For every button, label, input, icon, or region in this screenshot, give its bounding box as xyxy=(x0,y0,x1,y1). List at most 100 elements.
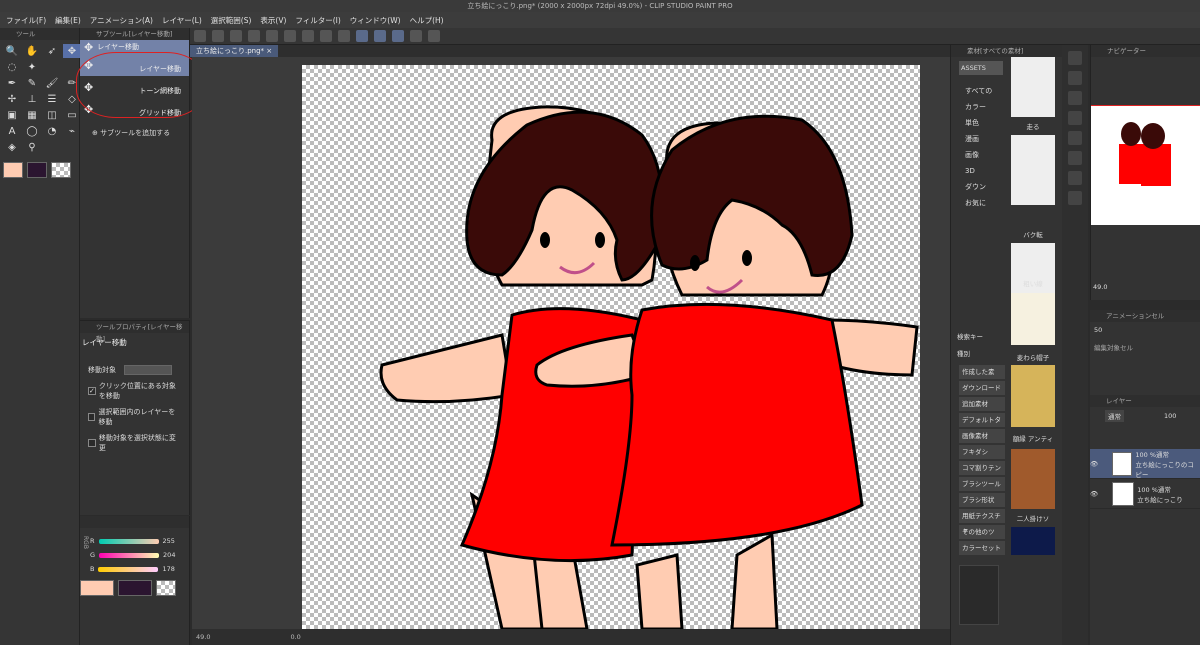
material-filter-button[interactable]: その他のツ xyxy=(959,525,1005,539)
materials-tree-item[interactable]: 漫画 xyxy=(951,131,1005,147)
stamp-icon[interactable]: ⊥ xyxy=(23,92,41,106)
g-slider[interactable] xyxy=(99,552,160,558)
menu-item[interactable]: 表示(V) xyxy=(260,15,286,26)
fill-bucket-icon[interactable]: ◈ xyxy=(3,140,21,154)
panel-icon[interactable] xyxy=(1068,91,1082,105)
gradient-icon[interactable]: ▣ xyxy=(3,108,21,122)
menu-item[interactable]: ヘルプ(H) xyxy=(410,15,444,26)
material-thumb-backflip[interactable] xyxy=(1011,135,1055,205)
panel-icon[interactable] xyxy=(1068,151,1082,165)
material-filter-button[interactable]: 作成した素 xyxy=(959,365,1005,379)
transparent-color-swatch[interactable] xyxy=(51,162,71,178)
undo-icon[interactable] xyxy=(248,30,260,42)
material-filter-button[interactable]: 画像素材 xyxy=(959,429,1005,443)
r-slider[interactable] xyxy=(98,538,159,544)
smooth-icon[interactable] xyxy=(374,30,386,42)
pencil-icon[interactable]: ✎ xyxy=(23,76,41,90)
main-color-swatch[interactable] xyxy=(3,162,23,178)
material-thumb-frame[interactable] xyxy=(1011,365,1055,427)
panel-icon[interactable] xyxy=(1068,191,1082,205)
angle-readout[interactable]: 0.0 xyxy=(290,633,300,641)
materials-tree-item[interactable]: 3D xyxy=(951,163,1005,179)
checkbox-checked[interactable]: ✓ xyxy=(88,387,96,395)
lasso-icon[interactable]: ◌ xyxy=(3,60,21,74)
material-filter-button[interactable]: コマ割りテン xyxy=(959,461,1005,475)
option-selection-layer[interactable]: 選択範囲内のレイヤーを移動 xyxy=(80,404,189,430)
navigator-preview[interactable] xyxy=(1091,105,1200,225)
settings-icon[interactable] xyxy=(428,30,440,42)
open-icon[interactable] xyxy=(212,30,224,42)
materials-tree-item[interactable]: 単色 xyxy=(951,115,1005,131)
hand-icon[interactable]: ✋ xyxy=(23,44,41,58)
wand-icon[interactable]: ✦ xyxy=(23,60,41,74)
animation-frame[interactable]: 50 xyxy=(1090,322,1200,338)
canvas-page[interactable] xyxy=(302,65,920,629)
opacity-value[interactable]: 100 xyxy=(1164,412,1176,420)
panel-icon[interactable] xyxy=(1068,171,1082,185)
balloon-tail-icon[interactable]: ◔ xyxy=(43,124,61,138)
menu-item[interactable]: 編集(E) xyxy=(55,15,81,26)
eye-icon[interactable]: 👁 xyxy=(1090,490,1098,498)
panel-icon[interactable] xyxy=(1068,71,1082,85)
main-color-swatch[interactable] xyxy=(80,580,114,596)
panel-icon[interactable] xyxy=(1068,111,1082,125)
navigator-zoom[interactable]: 49.0 xyxy=(1093,283,1107,291)
sub-color-swatch[interactable] xyxy=(118,580,152,596)
frame-icon[interactable]: ▦ xyxy=(23,108,41,122)
new-icon[interactable] xyxy=(194,30,206,42)
menu-item[interactable]: アニメーション(A) xyxy=(90,15,153,26)
redo-icon[interactable] xyxy=(266,30,278,42)
menu-item[interactable]: 選択範囲(S) xyxy=(211,15,252,26)
eyedropper-top-icon[interactable] xyxy=(43,60,61,74)
brush-icon[interactable]: 🖌 xyxy=(43,76,61,90)
checkbox[interactable] xyxy=(88,413,96,421)
pen-icon[interactable]: ✒ xyxy=(3,76,21,90)
operation-icon[interactable]: ➶ xyxy=(43,44,61,58)
balloon-icon[interactable]: ◯ xyxy=(23,124,41,138)
materials-tree-item[interactable]: お気に xyxy=(951,195,1005,211)
save-icon[interactable] xyxy=(230,30,242,42)
layer-row-original[interactable]: 👁 100 %通常 立ち絵にっこり xyxy=(1090,479,1200,509)
transform-icon[interactable] xyxy=(320,30,332,42)
device-icon[interactable] xyxy=(410,30,422,42)
material-thumb-pattern[interactable] xyxy=(1011,527,1055,555)
close-icon[interactable]: × xyxy=(266,47,272,55)
ruler-icon[interactable]: ◫ xyxy=(43,108,61,122)
move-target-selector[interactable] xyxy=(124,365,172,375)
menu-item[interactable]: フィルター(I) xyxy=(295,15,340,26)
materials-tree-item[interactable]: カラー xyxy=(951,99,1005,115)
eyedropper-icon[interactable]: ⚲ xyxy=(23,140,41,154)
correct-line-icon[interactable]: ⌁ xyxy=(63,124,81,138)
deselect-icon[interactable] xyxy=(338,30,350,42)
rectangle-icon[interactable]: ▭ xyxy=(63,108,81,122)
sub-color-swatch[interactable] xyxy=(27,162,47,178)
text-icon[interactable]: A xyxy=(3,124,21,138)
menu-item[interactable]: ウィンドウ(W) xyxy=(350,15,401,26)
option-change-selection[interactable]: 移動対象を選択状態に変更 xyxy=(80,430,189,456)
clear-icon[interactable] xyxy=(284,30,296,42)
panel-icon[interactable] xyxy=(1068,131,1082,145)
b-value[interactable]: 178 xyxy=(162,565,174,573)
material-thumb-sofa[interactable] xyxy=(1011,449,1055,509)
material-filter-button[interactable]: 追加素材 xyxy=(959,397,1005,411)
sparkle-icon[interactable]: ✢ xyxy=(3,92,21,106)
blend-icon[interactable]: ☰ xyxy=(43,92,61,106)
menu-item[interactable]: レイヤー(L) xyxy=(162,15,202,26)
material-filter-button[interactable]: フキダシ xyxy=(959,445,1005,459)
r-value[interactable]: 255 xyxy=(163,537,175,545)
materials-tree-item[interactable]: 画像 xyxy=(951,147,1005,163)
curve-icon[interactable] xyxy=(392,30,404,42)
stabilize-icon[interactable] xyxy=(356,30,368,42)
materials-tree-item[interactable]: すべての xyxy=(951,83,1005,99)
zoom-readout[interactable]: 49.0 xyxy=(196,633,210,641)
blend-mode-select[interactable]: 通常 xyxy=(1105,410,1124,422)
material-filter-button[interactable]: ブラシ形状 xyxy=(959,493,1005,507)
material-thumb-straw-hat[interactable] xyxy=(1011,293,1055,345)
fill-icon[interactable] xyxy=(302,30,314,42)
option-click-position[interactable]: ✓ クリック位置にある対象を移動 xyxy=(80,378,189,404)
zoom-icon[interactable]: 🔍 xyxy=(3,44,21,58)
add-subtool-button[interactable]: ⊕ サブツールを追加する xyxy=(80,120,189,146)
material-filter-button[interactable]: ブラシツール xyxy=(959,477,1005,491)
document-tab[interactable]: 立ち絵にっこり.png* × xyxy=(190,45,279,57)
materials-tree-item[interactable]: ダウン xyxy=(951,179,1005,195)
